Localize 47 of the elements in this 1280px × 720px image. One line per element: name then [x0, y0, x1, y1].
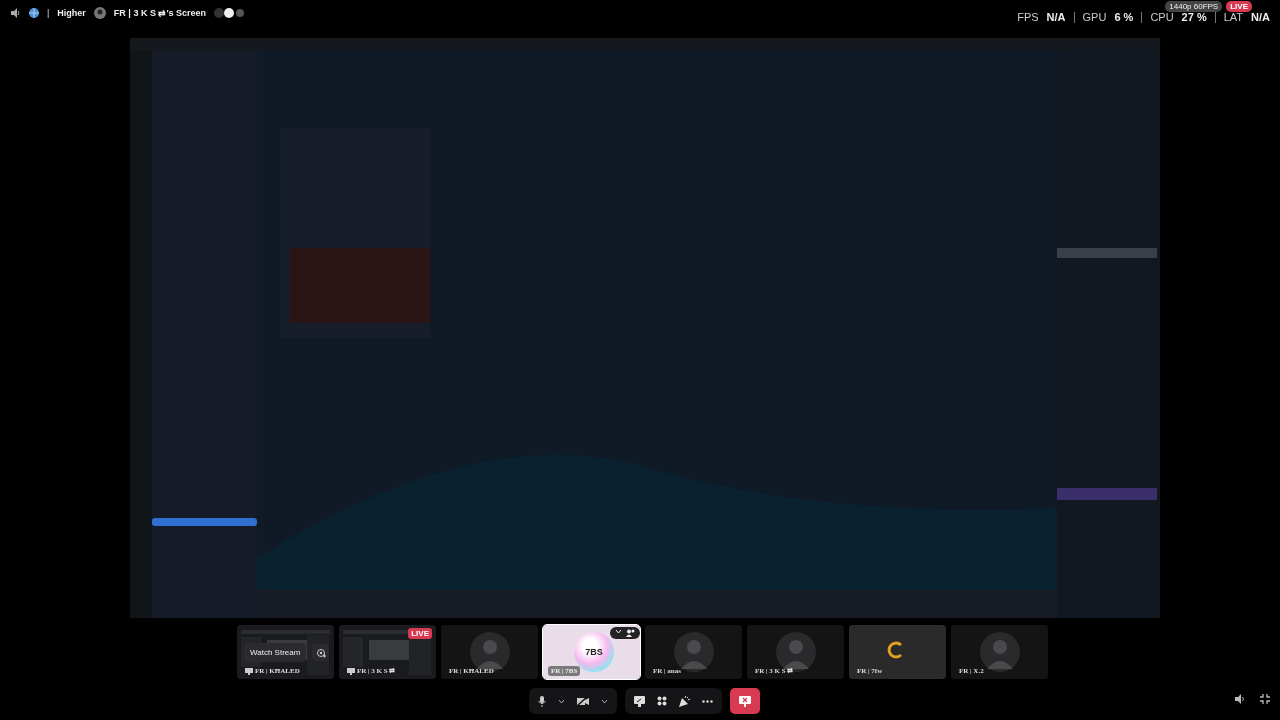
stat-label: GPU	[1082, 11, 1107, 23]
eye-plus-icon	[315, 647, 326, 658]
screen-share-button[interactable]	[634, 695, 645, 707]
chevron-down-icon	[601, 698, 608, 704]
exit-fullscreen-button[interactable]	[1260, 694, 1270, 704]
camera-options-button[interactable]	[601, 698, 608, 704]
stat-value: 27 %	[1181, 11, 1207, 23]
stat-value: N/A	[1046, 11, 1066, 23]
soundboard-button[interactable]	[679, 695, 690, 707]
exit-fullscreen-icon	[1260, 694, 1270, 704]
live-badge: LIVE	[408, 628, 432, 639]
grid-icon	[657, 696, 667, 706]
watch-stream-button[interactable]: Watch Stream	[244, 643, 307, 662]
activities-button[interactable]	[657, 696, 667, 706]
stop-stream-button[interactable]	[730, 688, 760, 714]
globe-icon	[29, 8, 39, 18]
quality-badge: 1440p 60FPS	[1165, 1, 1223, 12]
stat-label: LAT	[1223, 11, 1244, 23]
stream-title: FR | 3 K S ⇄'s Screen	[113, 8, 207, 18]
microphone-icon	[538, 695, 546, 707]
party-popper-icon	[679, 695, 690, 707]
microphone-button[interactable]	[538, 695, 546, 707]
more-icon	[702, 699, 713, 703]
chevron-down-icon	[615, 629, 622, 634]
speaker-icon	[10, 8, 21, 18]
microphone-options-button[interactable]	[558, 698, 565, 704]
screen-stop-icon	[739, 695, 751, 707]
speaker-icon	[1234, 694, 1246, 704]
volume-button[interactable]	[1234, 694, 1246, 704]
stat-label: CPU	[1150, 11, 1174, 23]
camera-button[interactable]	[577, 696, 589, 706]
chevron-down-icon	[558, 698, 565, 704]
separator: |	[47, 8, 50, 18]
camera-off-icon	[577, 696, 589, 706]
pop-out-button[interactable]	[312, 644, 329, 661]
viewer-avatars-icon	[214, 8, 245, 18]
stat-value: 6 %	[1114, 11, 1134, 23]
screen-share-icon	[634, 695, 645, 707]
more-button[interactable]	[702, 699, 713, 703]
stat-value: N/A	[1251, 11, 1270, 23]
server-name: Higher	[57, 8, 86, 18]
screen-icon	[347, 667, 355, 675]
screen-icon	[245, 667, 253, 675]
stat-label: FPS	[1017, 11, 1039, 23]
avatar-icon	[93, 7, 106, 19]
live-badge: LIVE	[1226, 1, 1252, 12]
people-icon	[626, 629, 635, 637]
